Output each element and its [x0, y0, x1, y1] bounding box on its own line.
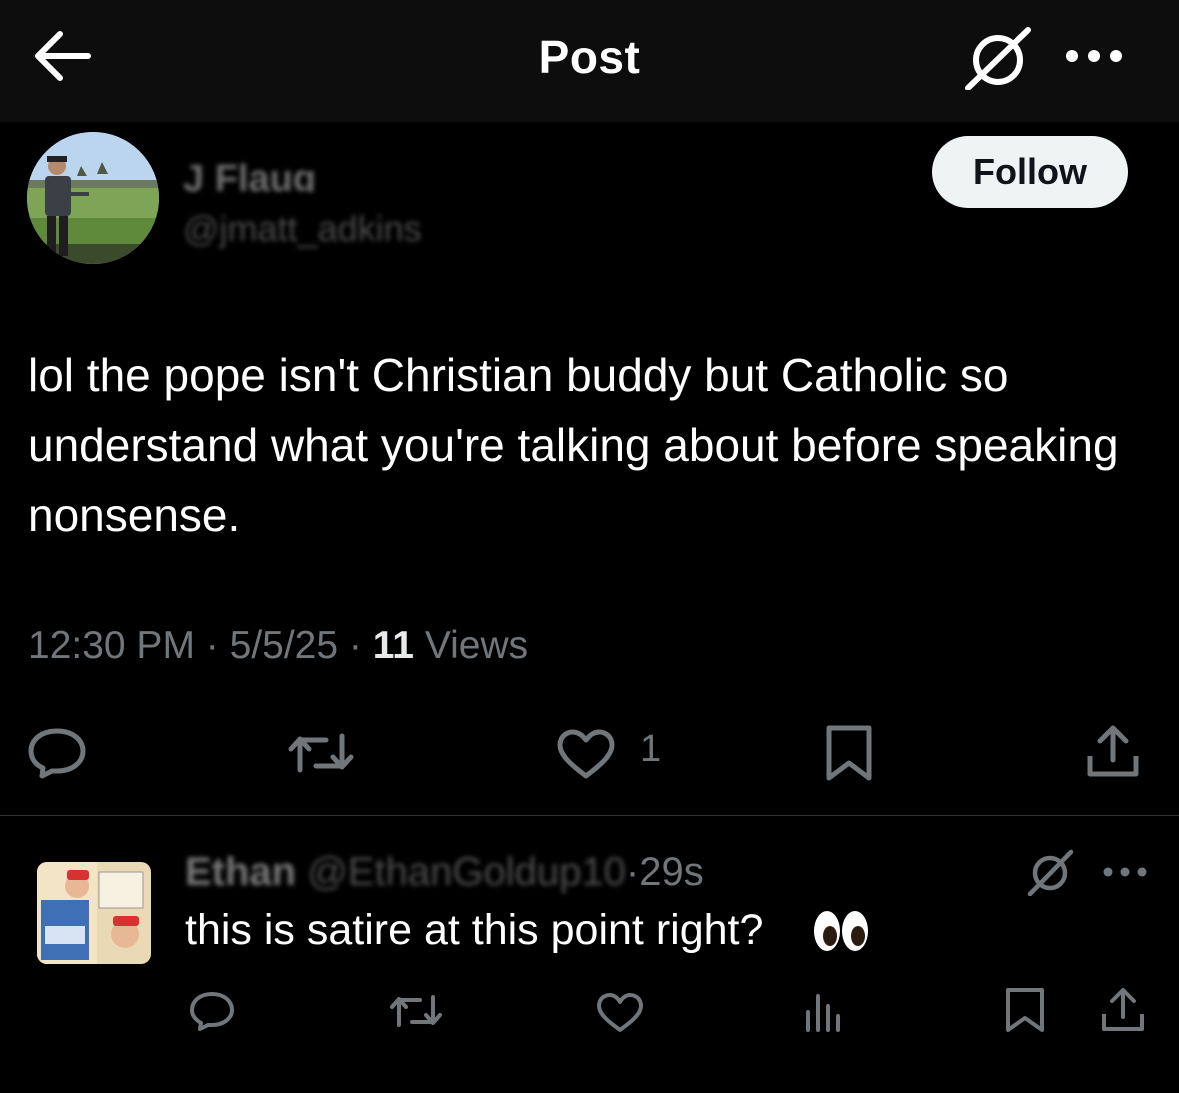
reply-time-separator: ·: [625, 850, 640, 894]
follow-button[interactable]: Follow: [932, 136, 1128, 208]
like-count[interactable]: 1: [640, 728, 661, 771]
reply-time: 29s: [639, 850, 704, 894]
author-name[interactable]: J Flaug: [183, 158, 328, 192]
views-count: 11: [372, 624, 414, 667]
grok-icon[interactable]: [962, 26, 1034, 91]
post-text: lol the pope isn't Christian buddy but C…: [28, 349, 1119, 541]
reply-reply-icon[interactable]: [188, 990, 236, 1032]
reply-text: this is satire at this point right?: [185, 906, 764, 954]
reply-author-name[interactable]: Ethan: [185, 850, 296, 895]
author-avatar[interactable]: [27, 132, 159, 264]
post-time: 12:30 PM: [28, 624, 195, 667]
reply-bookmark-icon[interactable]: [1004, 986, 1046, 1034]
bookmark-icon[interactable]: [824, 724, 874, 782]
reply-author-handle[interactable]: @EthanGoldup10: [307, 850, 626, 895]
reply-repost-icon[interactable]: [388, 992, 444, 1030]
reply-share-icon[interactable]: [1100, 986, 1146, 1034]
reply-views-icon[interactable]: [802, 990, 846, 1032]
repost-icon[interactable]: [286, 730, 356, 776]
more-options-icon[interactable]: [1062, 38, 1126, 74]
reply-icon[interactable]: [26, 726, 88, 780]
eyes-emoji: [812, 906, 870, 956]
top-bar: Post: [0, 0, 1179, 122]
post-date: 5/5/25: [229, 624, 339, 667]
author-handle[interactable]: @jmatt_adkins: [183, 208, 478, 250]
divider: [0, 815, 1179, 816]
meta-separator: ·: [205, 624, 219, 667]
reply-more-icon[interactable]: [1100, 860, 1150, 884]
views-label[interactable]: Views: [425, 624, 528, 667]
like-icon[interactable]: [556, 728, 616, 780]
meta-separator: ·: [348, 624, 362, 667]
share-icon[interactable]: [1086, 724, 1140, 780]
reply-like-icon[interactable]: [596, 992, 644, 1034]
post-meta: 12:30 PM · 5/5/25 · 11 Views: [28, 624, 528, 668]
reply-header: Ethan @EthanGoldup10·29s: [185, 850, 704, 894]
reply-grok-icon[interactable]: [1025, 848, 1075, 897]
reply-author-avatar[interactable]: [37, 862, 151, 964]
